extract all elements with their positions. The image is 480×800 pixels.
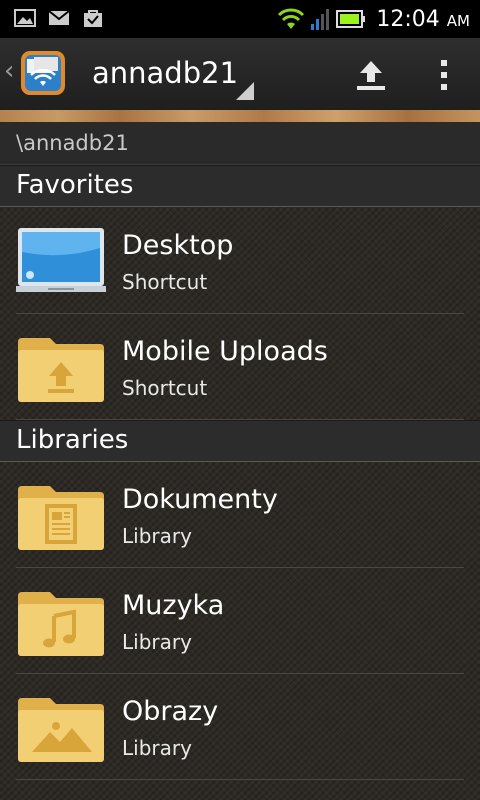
section-header-libraries: Libraries [0,420,480,462]
list-item-title: Muzyka [122,590,225,621]
gallery-icon [14,9,36,27]
upload-button[interactable] [348,52,394,98]
list-item-muzyka[interactable]: Muzyka Library [0,568,480,674]
list-item-obrazy[interactable]: Obrazy Library [0,674,480,780]
list-item-title: Obrazy [122,696,219,727]
upload-icon [357,61,385,90]
list-item-subtitle: Shortcut [122,270,208,294]
breadcrumb: \annadb21 [0,122,480,165]
status-bar: 12:04 AM [0,0,480,38]
desktop-monitor-icon [16,228,106,292]
wifi-folder-app-icon[interactable] [20,50,66,96]
upload-folder-icon [18,338,104,402]
section-label: Favorites [16,170,134,200]
list-item-subtitle: Library [122,736,192,760]
clock-ampm: AM [446,12,470,30]
action-bar: ‹ annadb21 [0,38,480,110]
list-item-title: Dokumenty [122,484,278,515]
documents-folder-icon [18,486,104,550]
gmail-icon [48,10,70,25]
battery-icon [336,10,366,28]
section-header-favorites: Favorites [0,165,480,207]
signal-icon [311,9,330,30]
wood-divider [0,110,480,122]
list-item-dokumenty[interactable]: Dokumenty Library [0,462,480,568]
list-item-title: Mobile Uploads [122,336,328,367]
clock: 12:04 [376,6,440,32]
list-item-subtitle: Library [122,630,192,654]
spinner-indicator-icon[interactable] [236,82,254,100]
bag-icon [84,10,102,27]
music-folder-icon [18,592,104,656]
pictures-folder-icon [18,698,104,762]
account-title[interactable]: annadb21 [92,56,238,90]
list-item-desktop[interactable]: Desktop Shortcut [0,208,480,314]
list-item-subtitle: Library [122,524,192,548]
list-item-subtitle: Shortcut [122,376,208,400]
overflow-menu-icon [441,60,447,66]
overflow-menu-button[interactable] [424,52,464,98]
current-path: \annadb21 [16,131,129,155]
list-item-mobile-uploads[interactable]: Mobile Uploads Shortcut [0,314,480,420]
wifi-icon [278,8,305,29]
list-item-title: Desktop [122,230,234,261]
section-label: Libraries [16,425,129,455]
up-navigation-icon[interactable]: ‹ [4,58,14,84]
